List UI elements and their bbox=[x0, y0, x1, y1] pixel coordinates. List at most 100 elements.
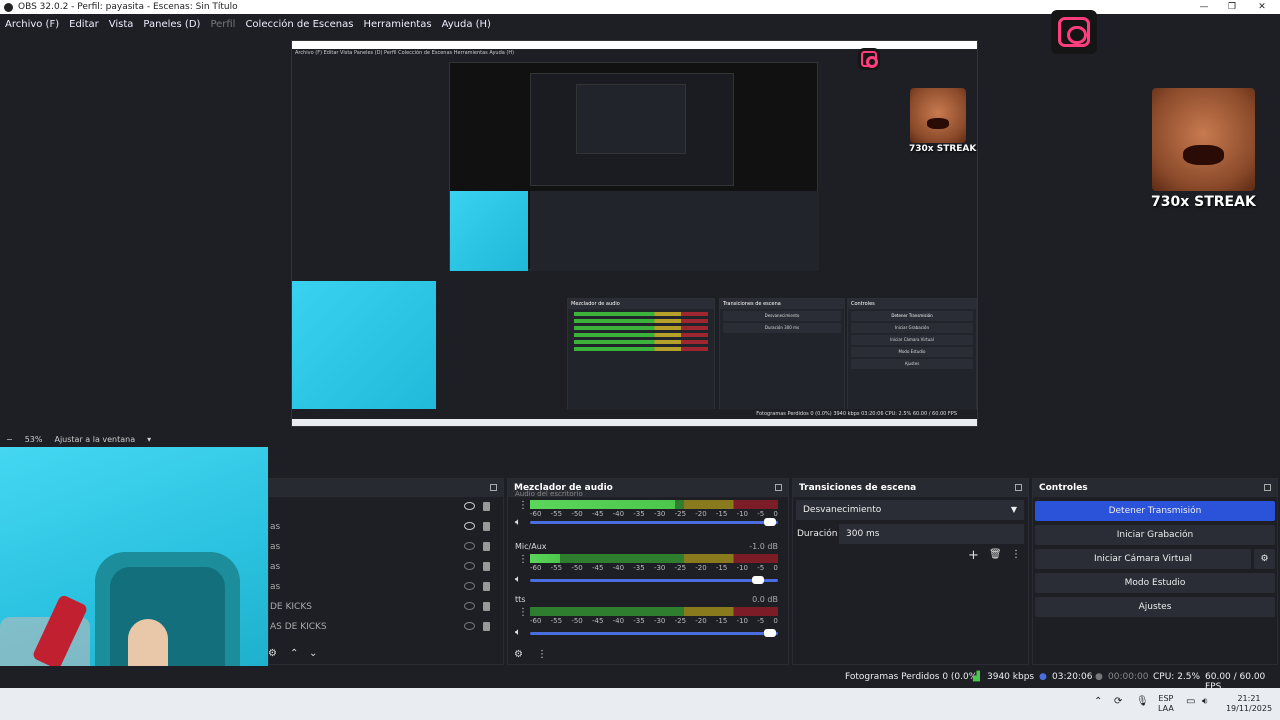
mixer-menu-icon[interactable]: ⋮ bbox=[537, 649, 547, 660]
region-code: LAA bbox=[1158, 704, 1174, 713]
streak-label: 730x STREAK bbox=[1151, 194, 1256, 210]
tray-chevron-icon[interactable]: ⌃ bbox=[1094, 697, 1102, 707]
channel-menu-icon[interactable]: ⋮ bbox=[518, 554, 528, 565]
move-down-icon[interactable]: ⌄ bbox=[309, 648, 317, 659]
volume-slider[interactable] bbox=[530, 579, 778, 582]
source-row[interactable]: AS DE KICKS bbox=[270, 617, 490, 637]
settings-button[interactable]: Ajustes bbox=[1035, 597, 1275, 617]
start-recording-button[interactable]: Iniciar Grabación bbox=[1035, 525, 1275, 545]
lock-icon[interactable] bbox=[483, 562, 490, 571]
hidden-eye-icon[interactable] bbox=[464, 622, 475, 630]
start-virtual-camera-button[interactable]: Iniciar Cámara Virtual bbox=[1035, 549, 1251, 569]
instagram-icon bbox=[1051, 10, 1097, 54]
lock-icon[interactable] bbox=[483, 582, 490, 591]
menu-coleccion-escenas[interactable]: Colección de Escenas bbox=[245, 19, 353, 30]
nested-camera bbox=[292, 281, 436, 426]
hidden-eye-icon[interactable] bbox=[464, 542, 475, 550]
lang-code: ESP bbox=[1158, 694, 1174, 703]
obs-logo-icon bbox=[4, 2, 13, 12]
menu-vista[interactable]: Vista bbox=[109, 19, 134, 30]
volume-icon[interactable]: 🔉︎ bbox=[1202, 697, 1208, 707]
channel-menu-icon[interactable]: ⋮ bbox=[518, 607, 528, 618]
zoom-out-button[interactable]: − bbox=[6, 435, 13, 444]
menu-perfil[interactable]: Perfil bbox=[210, 19, 235, 30]
trash-icon[interactable]: 🗑︎ bbox=[989, 549, 1002, 560]
volume-slider[interactable] bbox=[530, 521, 778, 524]
add-transition-icon[interactable]: + bbox=[968, 548, 979, 563]
microphone-icon[interactable]: 🎙︎ bbox=[1136, 697, 1149, 707]
channel-name: Audio del escritorio bbox=[515, 490, 583, 498]
duration-input[interactable]: 300 ms bbox=[839, 524, 1024, 544]
transition-menu-icon[interactable]: ⋮ bbox=[1011, 549, 1021, 560]
float-dock-icon[interactable] bbox=[1264, 484, 1271, 491]
float-dock-icon[interactable] bbox=[490, 484, 497, 491]
hidden-eye-icon[interactable] bbox=[464, 582, 475, 590]
lock-icon[interactable] bbox=[483, 502, 490, 511]
lock-icon[interactable] bbox=[483, 622, 490, 631]
duration-value: 300 ms bbox=[846, 529, 880, 539]
mixer-channel-tts: tts 0.0 dB ⋮ -60 -55 -50 -45 -40 -35 -30 -25 -20… bbox=[508, 595, 786, 641]
source-row[interactable]: DE KICKS bbox=[270, 597, 490, 617]
record-time: 00:00:00 bbox=[1108, 672, 1149, 682]
menu-herramientas[interactable]: Herramientas bbox=[363, 19, 431, 30]
visibility-eye-icon[interactable] bbox=[464, 522, 475, 530]
menu-editar[interactable]: Editar bbox=[69, 19, 99, 30]
nested-capture bbox=[449, 62, 819, 271]
close-button[interactable]: ✕ bbox=[1250, 0, 1274, 14]
mixer-settings-icon[interactable]: ⚙ bbox=[514, 649, 523, 660]
lock-icon[interactable] bbox=[483, 602, 490, 611]
transition-select[interactable]: Desvanecimiento ▼ bbox=[796, 500, 1024, 520]
source-name: as bbox=[270, 522, 281, 532]
source-row[interactable]: as bbox=[270, 577, 490, 597]
virtual-camera-gear-icon[interactable]: ⚙ bbox=[1254, 549, 1275, 569]
minimize-button[interactable]: — bbox=[1192, 0, 1216, 14]
menu-archivo[interactable]: Archivo (F) bbox=[5, 19, 59, 30]
cpu-usage: CPU: 2.5% bbox=[1153, 672, 1201, 682]
mixer-channel-desktop: Audio del escritorio ⋮ -60 -55 -50 -45 -40 -3… bbox=[508, 490, 786, 536]
channel-name: Mic/Aux bbox=[515, 542, 547, 551]
sync-icon[interactable]: ⟳ bbox=[1114, 697, 1122, 707]
source-name: as bbox=[270, 562, 281, 572]
source-row[interactable]: as bbox=[270, 557, 490, 577]
source-name: DE KICKS bbox=[270, 602, 312, 612]
menu-paneles[interactable]: Paneles (D) bbox=[143, 19, 200, 30]
source-name: as bbox=[270, 542, 281, 552]
source-row[interactable]: as bbox=[270, 517, 490, 537]
speaker-icon[interactable]: 🔈︎ bbox=[515, 627, 521, 638]
channel-menu-icon[interactable]: ⋮ bbox=[518, 500, 528, 511]
maximize-button[interactable]: ❐ bbox=[1220, 0, 1244, 14]
network-icon[interactable]: ▭ bbox=[1186, 697, 1195, 707]
speaker-icon[interactable]: 🔈︎ bbox=[515, 574, 521, 585]
lock-icon[interactable] bbox=[483, 522, 490, 531]
source-row[interactable] bbox=[270, 497, 490, 517]
studio-mode-button[interactable]: Modo Estudio bbox=[1035, 573, 1275, 593]
bitrate: 3940 kbps bbox=[987, 672, 1035, 682]
speaker-icon[interactable]: 🔈︎ bbox=[515, 517, 521, 528]
source-gear-icon[interactable]: ⚙ bbox=[268, 648, 277, 659]
visibility-eye-icon[interactable] bbox=[464, 502, 475, 510]
hidden-eye-icon[interactable] bbox=[464, 602, 475, 610]
move-up-icon[interactable]: ⌃ bbox=[290, 648, 298, 659]
duration-label: Duración bbox=[797, 529, 838, 539]
volume-knob[interactable] bbox=[764, 629, 776, 637]
fit-window-select[interactable]: Ajustar a la ventana bbox=[54, 435, 135, 444]
hidden-eye-icon[interactable] bbox=[464, 562, 475, 570]
clock[interactable]: 21:21 19/11/2025 bbox=[1224, 694, 1274, 714]
volume-knob[interactable] bbox=[752, 576, 764, 584]
volume-slider[interactable] bbox=[530, 632, 778, 635]
zoom-bar: − 53% Ajustar a la ventana ▾ bbox=[0, 431, 1280, 447]
float-dock-icon[interactable] bbox=[1015, 484, 1022, 491]
stream-icon: ● bbox=[1039, 672, 1047, 682]
menu-ayuda[interactable]: Ayuda (H) bbox=[442, 19, 491, 30]
language-indicator[interactable]: ESP LAA bbox=[1158, 694, 1174, 714]
chevron-down-icon: ▼ bbox=[1010, 505, 1017, 514]
lock-icon[interactable] bbox=[483, 542, 490, 551]
volume-knob[interactable] bbox=[764, 518, 776, 526]
source-row[interactable]: as bbox=[270, 537, 490, 557]
stop-stream-button[interactable]: Detener Transmisión bbox=[1035, 501, 1275, 521]
chevron-down-icon[interactable]: ▾ bbox=[147, 435, 151, 444]
emote-image bbox=[1152, 88, 1255, 191]
clock-time: 21:21 bbox=[1237, 694, 1261, 703]
channel-db: 0.0 dB bbox=[752, 595, 778, 604]
source-name: AS DE KICKS bbox=[270, 622, 327, 632]
